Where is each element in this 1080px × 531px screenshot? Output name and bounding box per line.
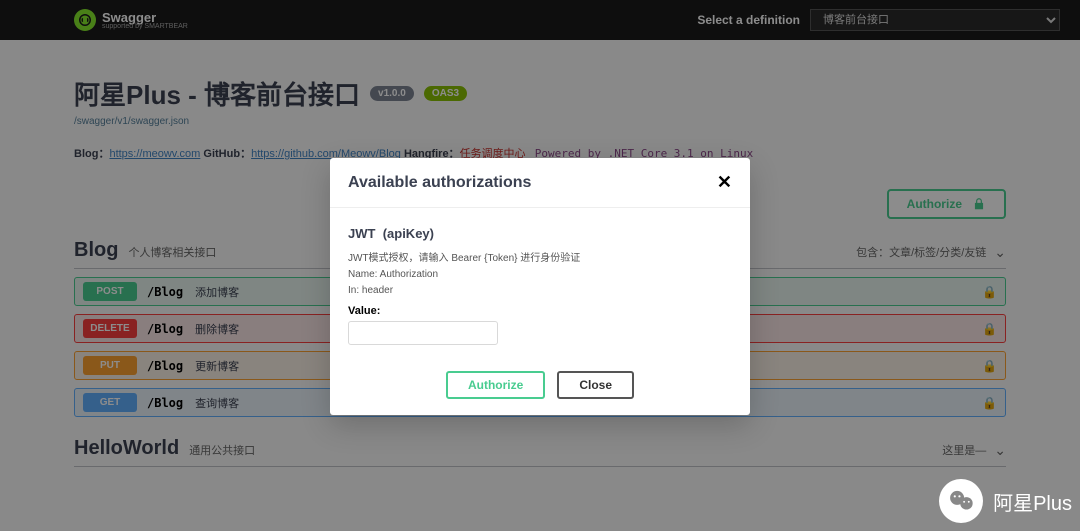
modal-title: Available authorizations [348, 174, 531, 192]
close-icon[interactable]: ✕ [717, 172, 732, 193]
auth-modal: Available authorizations ✕ JWT (apiKey) … [330, 158, 750, 415]
wechat-icon [939, 479, 983, 523]
modal-overlay[interactable]: Available authorizations ✕ JWT (apiKey) … [0, 0, 1080, 531]
auth-name-label: Name: Authorization [348, 267, 732, 283]
auth-value-input[interactable] [348, 321, 498, 345]
watermark-text: 阿星Plus [993, 487, 1072, 516]
watermark: 阿星Plus [939, 479, 1072, 523]
auth-scheme-name: JWT (apiKey) [348, 226, 732, 241]
modal-close-button[interactable]: Close [557, 371, 634, 399]
auth-in-label: In: header [348, 283, 732, 299]
modal-authorize-button[interactable]: Authorize [446, 371, 545, 399]
auth-hint: JWT模式授权，请输入 Bearer {Token} 进行身份验证 [348, 251, 732, 267]
value-label: Value: [348, 305, 732, 317]
